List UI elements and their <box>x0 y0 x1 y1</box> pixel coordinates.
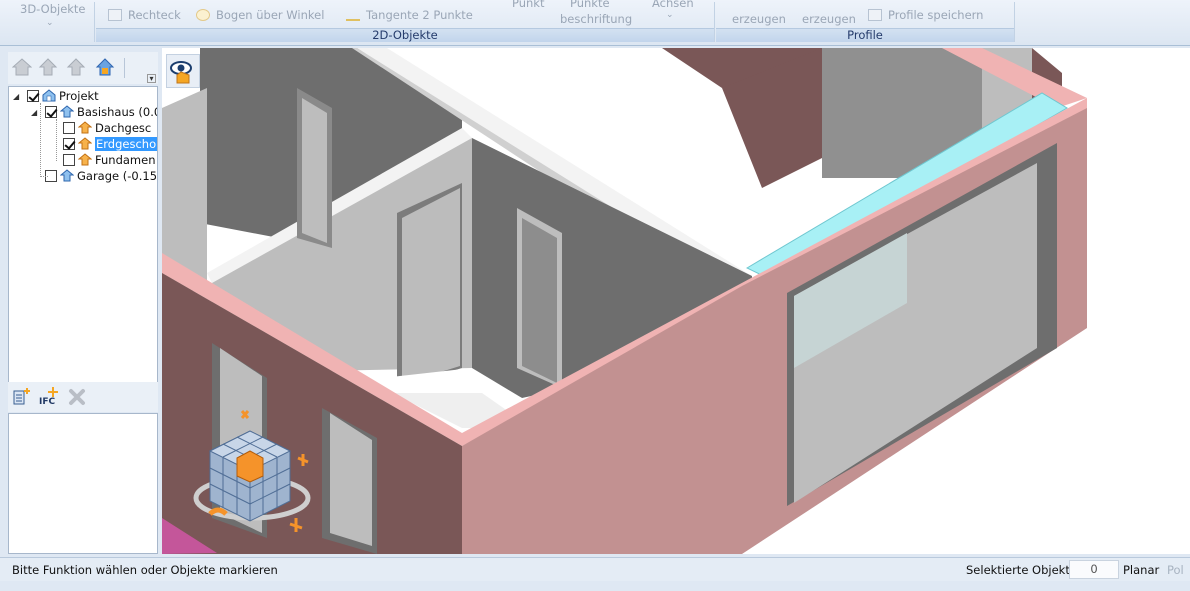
tree-node-label: Projekt <box>59 89 99 103</box>
bogen-button[interactable]: Bogen über Winkel <box>196 8 324 22</box>
profil-erzeugen-button-2[interactable]: erzeugen <box>802 12 856 26</box>
checkbox[interactable] <box>45 106 57 118</box>
house-up-icon[interactable] <box>95 57 115 77</box>
collapse-icon[interactable]: ◢ <box>31 108 37 117</box>
ribbon: 3D-Objekte ⌄ Rechteck Bogen über Winkel … <box>0 0 1190 46</box>
rechteck-button[interactable]: Rechteck <box>108 8 181 22</box>
navigation-cube-icon[interactable] <box>190 406 330 536</box>
status-bar: Bitte Funktion wählen oder Objekte marki… <box>0 557 1190 581</box>
3d-objekte-button[interactable]: 3D-Objekte <box>20 2 86 16</box>
floor-icon <box>78 153 92 166</box>
achsen-button[interactable]: Achsen <box>652 0 694 10</box>
tree-node-projekt[interactable]: Projekt <box>27 89 99 105</box>
view-settings-button[interactable] <box>166 54 200 88</box>
ribbon-separator <box>714 2 715 42</box>
ribbon-group-label: 2D-Objekte <box>96 28 714 42</box>
profile-speichern-button[interactable]: Profile speichern <box>868 8 983 22</box>
toolbar-separator <box>124 58 125 78</box>
3d-viewport[interactable] <box>162 48 1190 554</box>
profile-speichern-label: Profile speichern <box>888 8 984 22</box>
tree-node-label: Erdgescho <box>95 137 157 151</box>
arc-icon <box>196 9 210 21</box>
checkbox[interactable] <box>63 154 75 166</box>
chevron-down-icon[interactable]: ⌄ <box>666 10 674 20</box>
ribbon-group-2d-objekte: Rechteck Bogen über Winkel Tangente 2 Pu… <box>96 0 714 44</box>
ribbon-separator <box>1014 2 1015 42</box>
add-ifc-button[interactable]: IFC <box>39 386 61 408</box>
project-house-icon <box>42 89 56 102</box>
building-icon <box>60 169 74 182</box>
tree-node-garage[interactable]: Garage (-0.150 <box>45 169 158 185</box>
tree-toolbar: ▾ <box>8 52 158 84</box>
collapse-icon[interactable]: ◢ <box>13 92 19 101</box>
left-panel: ▾ ◢ Projekt ◢ Basishaus (0.0 Dachgesc Er… <box>8 52 158 554</box>
level-up-gray-icon[interactable] <box>12 57 32 77</box>
punkt-button[interactable]: Punkt <box>512 0 544 10</box>
tree-node-label: Fundamen <box>95 153 156 167</box>
ribbon-group-profile: erzeugen erzeugen Profile speichern Prof… <box>716 0 1014 44</box>
dropdown-icon[interactable]: ▾ <box>147 74 156 83</box>
selected-objects-count: 0 <box>1069 560 1119 579</box>
tree-node-label: Basishaus (0.0 <box>77 105 158 119</box>
punktbeschriftung-button[interactable]: beschriftung <box>560 12 632 26</box>
tree-line <box>56 119 57 161</box>
project-tree: ◢ Projekt ◢ Basishaus (0.0 Dachgesc Erdg… <box>8 86 158 403</box>
add-object-icon[interactable] <box>12 386 32 406</box>
bogen-label: Bogen über Winkel <box>216 8 325 22</box>
tree-node-fundament[interactable]: Fundamen <box>63 153 155 169</box>
tree-node-erdgeschoss[interactable]: Erdgescho <box>63 137 157 153</box>
rechteck-label: Rechteck <box>128 8 181 22</box>
properties-toolbar: IFC <box>8 382 158 412</box>
chevron-down-icon[interactable]: ⌄ <box>46 18 54 28</box>
eye-icon <box>170 61 192 84</box>
selected-objects-label: Selektierte Objekte <box>966 563 1077 577</box>
app-window: 3D-Objekte ⌄ Rechteck Bogen über Winkel … <box>0 0 1190 591</box>
checkbox[interactable] <box>27 90 39 102</box>
floor-icon <box>78 137 92 150</box>
tangente-button[interactable]: Tangente 2 Punkte <box>346 8 473 22</box>
ribbon-group-3d-objekte: 3D-Objekte ⌄ <box>0 0 94 44</box>
arrow-up-gray-icon[interactable] <box>38 57 58 77</box>
tree-node-label: Dachgesc <box>95 121 152 135</box>
checkbox[interactable] <box>63 122 75 134</box>
tree-node-label: Garage (-0.150 <box>77 169 158 183</box>
tree-node-basishaus[interactable]: Basishaus (0.0 <box>45 105 158 121</box>
poly-toggle[interactable]: Pol <box>1167 563 1184 577</box>
save-icon <box>868 9 882 21</box>
properties-panel <box>8 413 158 554</box>
checkbox[interactable] <box>63 138 75 150</box>
tangent-icon <box>346 9 360 21</box>
delete-icon[interactable] <box>68 388 86 406</box>
tree-node-dachgeschoss[interactable]: Dachgesc <box>63 121 151 137</box>
rectangle-icon <box>108 9 122 21</box>
tangente-label: Tangente 2 Punkte <box>366 8 473 22</box>
ribbon-separator <box>94 2 95 42</box>
punktbeschriftung-top[interactable]: Punkte <box>570 0 610 10</box>
planar-toggle[interactable]: Planar <box>1123 563 1159 577</box>
arrow-up-gray-icon[interactable] <box>66 57 86 77</box>
ribbon-group-label: Profile <box>716 28 1014 42</box>
ifc-label: IFC <box>39 397 56 407</box>
profil-erzeugen-button-1[interactable]: erzeugen <box>732 12 786 26</box>
tree-line <box>40 103 41 177</box>
floor-icon <box>78 121 92 134</box>
tree-line <box>40 176 48 177</box>
status-message: Bitte Funktion wählen oder Objekte marki… <box>12 563 278 577</box>
building-icon <box>60 105 74 118</box>
